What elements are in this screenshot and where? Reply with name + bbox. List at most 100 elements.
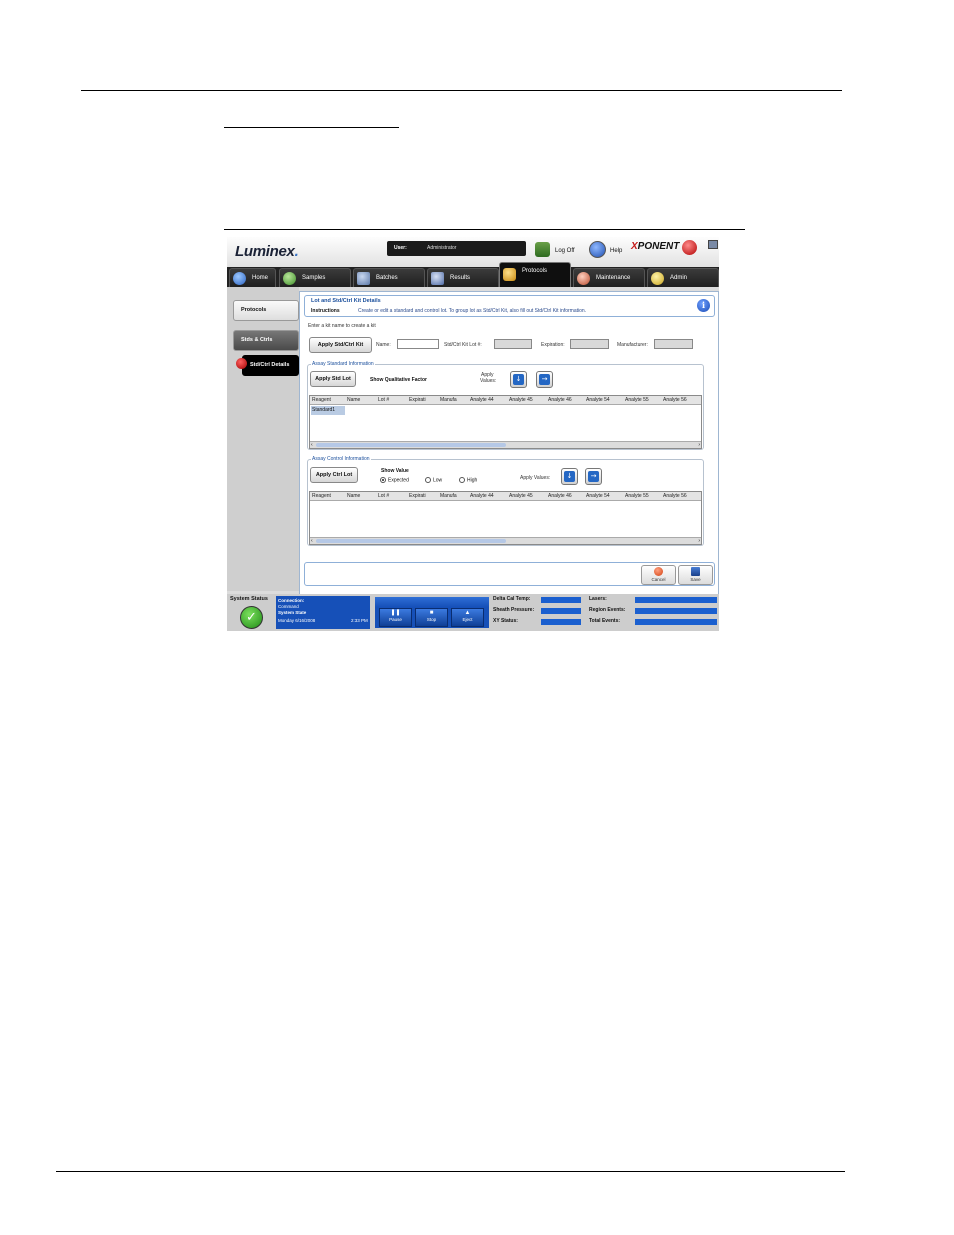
manufacturer-input[interactable]	[654, 339, 693, 349]
radio-high[interactable]: High	[459, 477, 477, 483]
action-bar: Cancel Save	[304, 562, 715, 586]
tab-home[interactable]: Home	[229, 268, 276, 287]
col-header: Name	[347, 493, 361, 499]
maintenance-icon	[577, 272, 590, 285]
kit-lot-input[interactable]	[494, 339, 532, 349]
region-events-bar	[635, 608, 717, 614]
minimize-icon[interactable]	[708, 240, 718, 249]
sidenav-stds-ctrls[interactable]: Stds & Ctrls	[233, 330, 299, 351]
user-value: Administrator	[427, 245, 457, 251]
instructions-box: Lot and Std/Ctrl Kit Details Instruction…	[304, 295, 715, 317]
help-icon[interactable]	[589, 241, 606, 258]
logoff-icon[interactable]	[535, 242, 550, 257]
admin-icon	[651, 272, 664, 285]
logoff-button[interactable]: Log Off	[555, 248, 575, 254]
cancel-button[interactable]: Cancel	[641, 565, 676, 585]
eject-button[interactable]: ▲ Eject	[451, 608, 484, 627]
tab-results[interactable]: Results	[427, 268, 499, 287]
apply-down-button[interactable]: ↓	[510, 371, 527, 388]
active-dot-icon	[236, 358, 247, 369]
col-header: Analyte 54	[586, 397, 610, 403]
user-box: User: Administrator	[387, 241, 526, 256]
tab-samples[interactable]: Samples	[279, 268, 351, 287]
instructions-text: Create or edit a standard and control lo…	[358, 308, 587, 314]
sidenav-std-ctrl-details[interactable]: Std/Ctrl Details	[242, 355, 299, 376]
samples-icon	[283, 272, 296, 285]
status-bar: System Status ✓ Connection: Command Syst…	[227, 594, 719, 631]
col-header: Lot #	[378, 397, 390, 403]
expiration-input[interactable]	[570, 339, 609, 349]
xy-status: XY Status:	[493, 618, 581, 626]
scroll-right-icon[interactable]: ›	[698, 538, 700, 544]
control-grid[interactable]: Reagent Name Lot # Expirati Manufa Analy…	[309, 491, 702, 545]
progress-bar	[375, 597, 489, 607]
tab-admin[interactable]: Admin	[647, 268, 719, 287]
total-events-bar	[635, 619, 717, 625]
figure-rule	[224, 229, 745, 230]
tab-protocols[interactable]: Protocols	[499, 262, 571, 287]
scroll-thumb[interactable]	[316, 539, 506, 543]
top-rule	[81, 90, 842, 91]
horizontal-scrollbar[interactable]: ‹ ›	[310, 441, 701, 448]
scroll-thumb[interactable]	[316, 443, 506, 447]
name-label: Name:	[376, 342, 391, 348]
col-header: Analyte 46	[548, 397, 572, 403]
show-value-radios: Expected Low High	[380, 477, 490, 485]
delta-cal-temp: Delta Cal Temp:	[493, 596, 581, 604]
info-icon[interactable]: i	[697, 299, 710, 312]
apply-ctrl-lot-button[interactable]: Apply Ctrl Lot	[310, 467, 358, 483]
sidenav-protocols[interactable]: Protocols	[233, 300, 299, 321]
col-header: Manufa	[440, 397, 457, 403]
pause-icon: ❚❚	[390, 610, 401, 616]
radio-expected[interactable]: Expected	[380, 477, 409, 483]
scroll-left-icon[interactable]: ‹	[311, 442, 313, 448]
sheath-pressure: Sheath Pressure:	[493, 607, 581, 615]
col-header: Expirati	[409, 397, 426, 403]
horizontal-scrollbar[interactable]: ‹ ›	[310, 537, 701, 544]
standard-grid-header: Reagent Name Lot # Expirati Manufa Analy…	[310, 396, 701, 405]
system-status-label: System Status	[230, 596, 268, 602]
show-qual-factor-label[interactable]: Show Qualitative Factor	[370, 377, 427, 383]
stop-button[interactable]: ■ Stop	[415, 608, 448, 627]
ctrl-apply-down-button[interactable]: ↓	[561, 468, 578, 485]
user-label: User:	[394, 245, 407, 251]
pause-button[interactable]: ❚❚ Pause	[379, 608, 412, 627]
col-header: Analyte 46	[548, 493, 572, 499]
kit-name-input[interactable]	[397, 339, 439, 349]
ctrl-apply-right-button[interactable]: →	[585, 468, 602, 485]
apply-right-button[interactable]: →	[536, 371, 553, 388]
radio-low[interactable]: Low	[425, 477, 442, 483]
results-icon	[431, 272, 444, 285]
scroll-left-icon[interactable]: ‹	[311, 538, 313, 544]
standard-grid[interactable]: Reagent Name Lot # Expirati Manufa Analy…	[309, 395, 702, 449]
date-value: Monday 6/16/2008	[278, 618, 316, 623]
apply-std-lot-button[interactable]: Apply Std Lot	[310, 371, 356, 387]
col-header: Name	[347, 397, 361, 403]
tab-maintenance[interactable]: Maintenance	[573, 268, 645, 287]
help-button[interactable]: Help	[610, 248, 622, 254]
tab-batches[interactable]: Batches	[353, 268, 425, 287]
col-header: Expirati	[409, 493, 426, 499]
col-header: Analyte 55	[625, 397, 649, 403]
expiration-label: Expiration:	[541, 342, 565, 348]
section-underline	[224, 127, 399, 128]
details-panel: Lot and Std/Ctrl Kit Details Instruction…	[299, 291, 719, 595]
save-icon	[691, 567, 700, 576]
connection-value: Command	[278, 604, 299, 609]
arrow-right-icon: →	[539, 374, 550, 385]
system-state-label: System State	[278, 610, 307, 615]
manufacturer-label: Manufacturer:	[617, 342, 648, 348]
sheath-pressure-bar	[541, 608, 581, 614]
cancel-icon	[654, 567, 663, 576]
main-tabs: Home Samples Batches Results Protocols M…	[227, 262, 719, 287]
connection-label: Connection:	[278, 598, 305, 603]
arrow-down-icon: ↓	[564, 471, 575, 482]
table-row[interactable]: Standard1	[311, 406, 345, 415]
apply-values-label-2: Values:	[480, 378, 497, 384]
col-header: Analyte 44	[470, 397, 494, 403]
save-button[interactable]: Save	[678, 565, 713, 585]
delta-cal-temp-bar	[541, 597, 581, 603]
apply-kit-button[interactable]: Apply Std/Ctrl Kit	[309, 337, 372, 353]
total-events: Total Events:	[589, 618, 717, 626]
scroll-right-icon[interactable]: ›	[698, 442, 700, 448]
